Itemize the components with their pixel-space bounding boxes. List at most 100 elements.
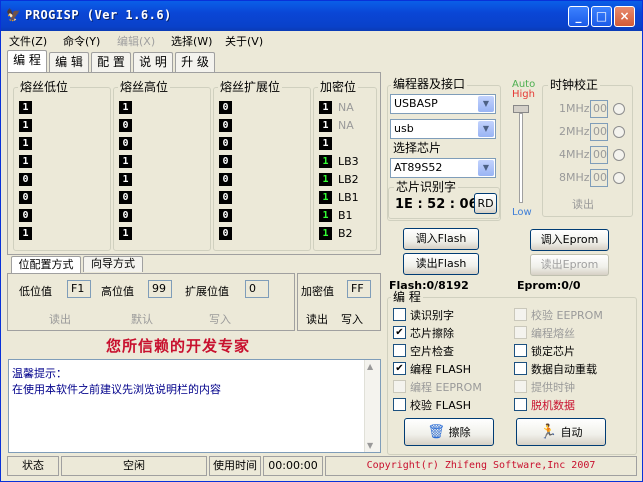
menu-file[interactable]: 文件(Z) [9, 33, 47, 49]
cfg-default-button[interactable]: 默认 [131, 311, 153, 327]
maximize-button[interactable]: □ [591, 6, 612, 27]
tab-bit-config[interactable]: 位配置方式 [11, 256, 81, 274]
tab-program[interactable]: 编 程 [7, 50, 47, 72]
fuse-bit[interactable]: 1 [119, 155, 132, 168]
cfg-read-button[interactable]: 读出 [49, 311, 71, 327]
program-option-checkbox[interactable] [393, 380, 406, 393]
lock-write-button[interactable]: 写入 [341, 311, 363, 327]
tab-wizard[interactable]: 向导方式 [83, 256, 143, 272]
program-option-checkbox[interactable] [514, 380, 527, 393]
ext-value-field[interactable]: 0 [245, 280, 269, 298]
fuse-bit[interactable]: 1 [19, 137, 32, 150]
fuse-bit[interactable]: 1 [319, 173, 332, 186]
clock-radio[interactable] [613, 103, 625, 115]
fuse-bit[interactable]: 0 [119, 119, 132, 132]
fuse-bit[interactable]: 0 [219, 227, 232, 240]
chevron-down-icon[interactable]: ▼ [478, 121, 494, 137]
fuse-bit[interactable]: 1 [19, 227, 32, 240]
fuse-bit[interactable]: 0 [219, 101, 232, 114]
scroll-down-icon[interactable]: ▼ [367, 441, 373, 450]
fuse-bit[interactable]: 1 [119, 173, 132, 186]
fuse-bit[interactable]: 1 [19, 101, 32, 114]
close-button[interactable]: × [614, 6, 635, 27]
program-option-checkbox[interactable] [514, 326, 527, 339]
fuse-bit[interactable]: 1 [319, 227, 332, 240]
clock-slider-thumb[interactable] [513, 105, 529, 113]
program-title: 编 程 [391, 290, 423, 304]
chevron-down-icon[interactable]: ▼ [478, 160, 494, 176]
read-eprom-button[interactable]: 读出Eprom [530, 254, 609, 276]
fuse-bit[interactable]: 0 [219, 209, 232, 222]
lock-value-field[interactable]: FF [347, 280, 371, 298]
fuse-bit[interactable]: 0 [219, 137, 232, 150]
clock-low-label: Low [512, 207, 532, 218]
tab-help[interactable]: 说 明 [133, 52, 173, 72]
runner-icon: 🏃 [539, 424, 557, 440]
scroll-up-icon[interactable]: ▲ [367, 362, 373, 371]
fuse-bit[interactable]: 0 [19, 209, 32, 222]
fuse-bit[interactable]: 1 [119, 227, 132, 240]
read-signature-button[interactable]: RD [474, 193, 497, 214]
program-option-checkbox[interactable] [514, 344, 527, 357]
lock-read-button[interactable]: 读出 [306, 311, 328, 327]
clock-value-field[interactable]: 00 [590, 146, 608, 164]
fuse-bit[interactable]: 0 [19, 173, 32, 186]
fuse-bit[interactable]: 1 [319, 137, 332, 150]
fuse-bit[interactable]: 0 [119, 209, 132, 222]
program-option-checkbox[interactable] [393, 398, 406, 411]
fuse-bit[interactable]: 1 [19, 119, 32, 132]
clock-slider-track[interactable] [519, 113, 523, 203]
auto-button[interactable]: 🏃 自动 [516, 418, 606, 446]
erase-button[interactable]: 🗑 擦除 [404, 418, 494, 446]
menu-edit[interactable]: 编辑(X) [117, 33, 155, 49]
read-flash-button[interactable]: 读出Flash [403, 253, 479, 275]
program-option-checkbox[interactable] [514, 308, 527, 321]
clock-radio[interactable] [613, 149, 625, 161]
tab-edit[interactable]: 编 辑 [49, 52, 89, 72]
low-value-field[interactable]: F1 [67, 280, 91, 298]
tab-upgrade[interactable]: 升 级 [175, 52, 215, 72]
fuse-bit[interactable]: 1 [119, 101, 132, 114]
clock-value-field[interactable]: 00 [590, 100, 608, 118]
message-box[interactable]: 温馨提示： 在使用本软件之前建议先浏览说明栏的内容 ▲ ▼ [8, 359, 381, 453]
fuse-bit[interactable]: 1 [319, 101, 332, 114]
menu-select[interactable]: 选择(W) [171, 33, 212, 49]
cfg-write-button[interactable]: 写入 [209, 311, 231, 327]
menu-about[interactable]: 关于(V) [225, 33, 263, 49]
fuse-bit[interactable]: 0 [19, 191, 32, 204]
program-option-checkbox[interactable]: ✔ [393, 362, 406, 375]
clock-value-field[interactable]: 00 [590, 123, 608, 141]
fuse-bit[interactable]: 0 [219, 191, 232, 204]
high-value-field[interactable]: 99 [148, 280, 172, 298]
port-select[interactable]: usb ▼ [390, 119, 496, 139]
program-option-checkbox[interactable] [393, 308, 406, 321]
fuse-bit[interactable]: 0 [219, 119, 232, 132]
program-option-checkbox[interactable] [514, 362, 527, 375]
program-option-checkbox[interactable]: ✔ [393, 326, 406, 339]
fuse-bit[interactable]: 0 [119, 191, 132, 204]
menu-command[interactable]: 命令(Y) [63, 33, 100, 49]
message-scrollbar[interactable]: ▲ ▼ [364, 360, 380, 452]
chip-select[interactable]: AT89S52 ▼ [390, 158, 496, 178]
fuse-bit[interactable]: 1 [319, 155, 332, 168]
clock-value-field[interactable]: 00 [590, 169, 608, 187]
fuse-bit[interactable]: 0 [219, 173, 232, 186]
fuse-bit[interactable]: 1 [319, 209, 332, 222]
title-bar[interactable]: 🦅 PROGISP (Ver 1.6.6) _ □ × [1, 1, 642, 31]
minimize-button[interactable]: _ [568, 6, 589, 27]
fuse-bit[interactable]: 1 [319, 191, 332, 204]
tab-config[interactable]: 配 置 [91, 52, 131, 72]
load-eprom-button[interactable]: 调入Eprom [530, 229, 609, 251]
clock-radio[interactable] [613, 172, 625, 184]
load-flash-button[interactable]: 调入Flash [403, 228, 479, 250]
clock-radio[interactable] [613, 126, 625, 138]
clock-read-button[interactable]: 读出 [572, 196, 594, 212]
fuse-bit[interactable]: 1 [19, 155, 32, 168]
programmer-select[interactable]: USBASP ▼ [390, 94, 496, 114]
fuse-bit[interactable]: 0 [219, 155, 232, 168]
program-option-checkbox[interactable] [393, 344, 406, 357]
program-option-checkbox[interactable] [514, 398, 527, 411]
fuse-bit[interactable]: 0 [119, 137, 132, 150]
fuse-bit[interactable]: 1 [319, 119, 332, 132]
chevron-down-icon[interactable]: ▼ [478, 96, 494, 112]
